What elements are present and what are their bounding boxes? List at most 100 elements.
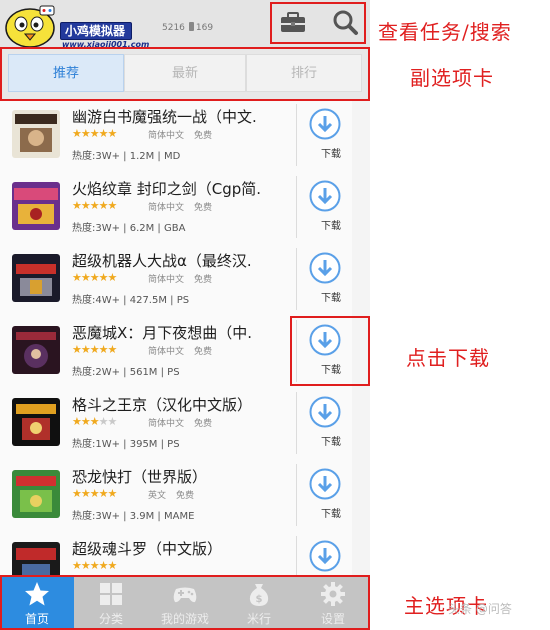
rating-star-icon: ★ xyxy=(107,199,118,212)
rating-star-icon: ★ xyxy=(80,415,91,428)
list-item[interactable]: 火焰纹章 封印之剑（Cgp简. ★★★★★ 简体中文 免费 热度:3W+ | 6.… xyxy=(0,172,352,245)
game-price: 免费 xyxy=(194,203,213,213)
game-title: 恶魔城X：月下夜想曲（中. xyxy=(72,324,253,342)
game-meta: 简体中文 免费 xyxy=(148,128,212,141)
rating-star-icon: ★ xyxy=(89,271,100,284)
game-stats: 热度:4W+ | 427.5M | PS xyxy=(72,295,190,306)
game-meta: 简体中文 免费 xyxy=(148,200,212,213)
annotation-download: 点击下载 xyxy=(406,346,490,370)
game-meta: 简体中文 免费 xyxy=(148,344,212,357)
download-icon xyxy=(309,108,341,140)
rating-star-icon: ★ xyxy=(89,199,100,212)
download-button[interactable]: 下载 xyxy=(296,176,351,238)
highlight-download xyxy=(290,316,370,386)
list-item[interactable]: 幽游白书魔强统一战（中文. ★★★★★ 简体中文 免费 热度:3W+ | 1.2M… xyxy=(0,100,352,173)
rating-star-icon: ★ xyxy=(107,559,118,572)
game-language: 简体中文 xyxy=(148,131,185,141)
rating-star-icon: ★ xyxy=(98,487,109,500)
game-thumbnail xyxy=(12,542,60,576)
app-logo: 小鸡模拟器 www.xiaoji001.com xyxy=(2,2,160,49)
rating-star-icon: ★ xyxy=(72,127,82,140)
highlight-task-search xyxy=(270,2,366,44)
download-icon xyxy=(309,252,341,284)
rating-star-icon: ★ xyxy=(107,415,118,428)
rating-star-icon: ★ xyxy=(80,199,91,212)
game-price: 免费 xyxy=(194,131,213,141)
highlight-bottom-nav xyxy=(0,575,370,630)
game-stats: 热度:3W+ | 3.9M | MAME xyxy=(72,511,195,522)
rating-star-icon: ★ xyxy=(107,127,118,140)
app-title: 小鸡模拟器 xyxy=(60,22,133,40)
watermark: 头条 @问答 xyxy=(448,602,512,616)
list-item[interactable]: 格斗之王京（汉化中文版） ★★★★★ 简体中文 免费 热度:1W+ | 395M … xyxy=(0,388,352,461)
rating-star-icon: ★ xyxy=(72,487,82,500)
game-price: 免费 xyxy=(194,347,213,357)
rating-stars: ★★★★★ xyxy=(72,343,118,356)
game-language: 简体中文 xyxy=(148,347,185,357)
game-language: 简体中文 xyxy=(148,203,185,213)
game-language: 简体中文 xyxy=(148,275,185,285)
rating-star-icon: ★ xyxy=(98,127,109,140)
rating-star-icon: ★ xyxy=(98,343,109,356)
rating-star-icon: ★ xyxy=(107,487,118,500)
chicken-mascot-icon xyxy=(5,5,55,48)
rating-star-icon: ★ xyxy=(72,271,82,284)
rating-star-icon: ★ xyxy=(98,199,109,212)
game-language: 简体中文 xyxy=(148,419,185,429)
list-item[interactable]: 恐龙快打（世界版） ★★★★★ 英文 免费 热度:3W+ | 3.9M | MAM… xyxy=(0,460,352,533)
list-item[interactable]: 超级魂斗罗（中文版） ★★★★★ 下载 xyxy=(0,532,352,576)
rating-star-icon: ★ xyxy=(89,127,100,140)
download-button[interactable]: 下载 xyxy=(296,392,351,454)
rating-star-icon: ★ xyxy=(72,343,82,356)
rating-star-icon: ★ xyxy=(89,343,100,356)
game-title: 超级魂斗罗（中文版） xyxy=(72,540,223,558)
game-price: 免费 xyxy=(194,275,213,285)
rating-star-icon: ★ xyxy=(89,487,100,500)
annotation-task-search: 查看任务/搜索 xyxy=(378,20,512,44)
download-icon xyxy=(309,468,341,500)
rating-stars: ★★★★★ xyxy=(72,415,118,428)
rating-star-icon: ★ xyxy=(72,559,82,572)
game-meta: 英文 免费 xyxy=(148,488,194,501)
game-price: 免费 xyxy=(194,419,213,429)
game-language: 英文 xyxy=(148,491,167,501)
game-stats: 热度:2W+ | 561M | PS xyxy=(72,367,180,378)
game-title: 幽游白书魔强统一战（中文. xyxy=(72,108,257,126)
game-meta: 简体中文 免费 xyxy=(148,272,212,285)
download-button[interactable]: 下载 xyxy=(296,464,351,526)
game-thumbnail xyxy=(12,326,60,374)
download-label: 下载 xyxy=(321,293,341,304)
game-title: 格斗之王京（汉化中文版） xyxy=(72,396,253,414)
game-thumbnail xyxy=(12,110,60,158)
download-icon xyxy=(309,540,341,572)
rating-star-icon: ★ xyxy=(80,487,91,500)
download-button[interactable]: 下载 xyxy=(296,536,351,576)
rating-star-icon: ★ xyxy=(72,415,82,428)
game-meta xyxy=(148,560,158,570)
device-icon xyxy=(188,22,194,31)
highlight-subtabs xyxy=(0,47,370,101)
rating-star-icon: ★ xyxy=(80,343,91,356)
download-label: 下载 xyxy=(321,437,341,448)
rating-stars: ★★★★★ xyxy=(72,487,118,500)
rating-star-icon: ★ xyxy=(89,559,100,572)
rating-star-icon: ★ xyxy=(98,415,109,428)
rating-star-icon: ★ xyxy=(107,343,118,356)
rating-star-icon: ★ xyxy=(89,415,100,428)
game-title: 恐龙快打（世界版） xyxy=(72,468,208,486)
game-title: 火焰纹章 封印之剑（Cgp简. xyxy=(72,180,262,198)
download-button[interactable]: 下载 xyxy=(296,104,351,166)
rating-star-icon: ★ xyxy=(107,271,118,284)
rating-star-icon: ★ xyxy=(98,559,109,572)
rating-stars: ★★★★★ xyxy=(72,559,118,572)
game-price: 免费 xyxy=(176,491,195,501)
rating-stars: ★★★★★ xyxy=(72,199,118,212)
list-item[interactable]: 超级机器人大战α（最终汉. ★★★★★ 简体中文 免费 热度:4W+ | 427.… xyxy=(0,244,352,317)
game-stats: 热度:3W+ | 6.2M | GBA xyxy=(72,223,186,234)
rating-stars: ★★★★★ xyxy=(72,271,118,284)
download-label: 下载 xyxy=(321,221,341,232)
download-icon xyxy=(309,396,341,428)
games-count: 5216 xyxy=(162,23,185,33)
game-thumbnail xyxy=(12,398,60,446)
download-button[interactable]: 下载 xyxy=(296,248,351,310)
